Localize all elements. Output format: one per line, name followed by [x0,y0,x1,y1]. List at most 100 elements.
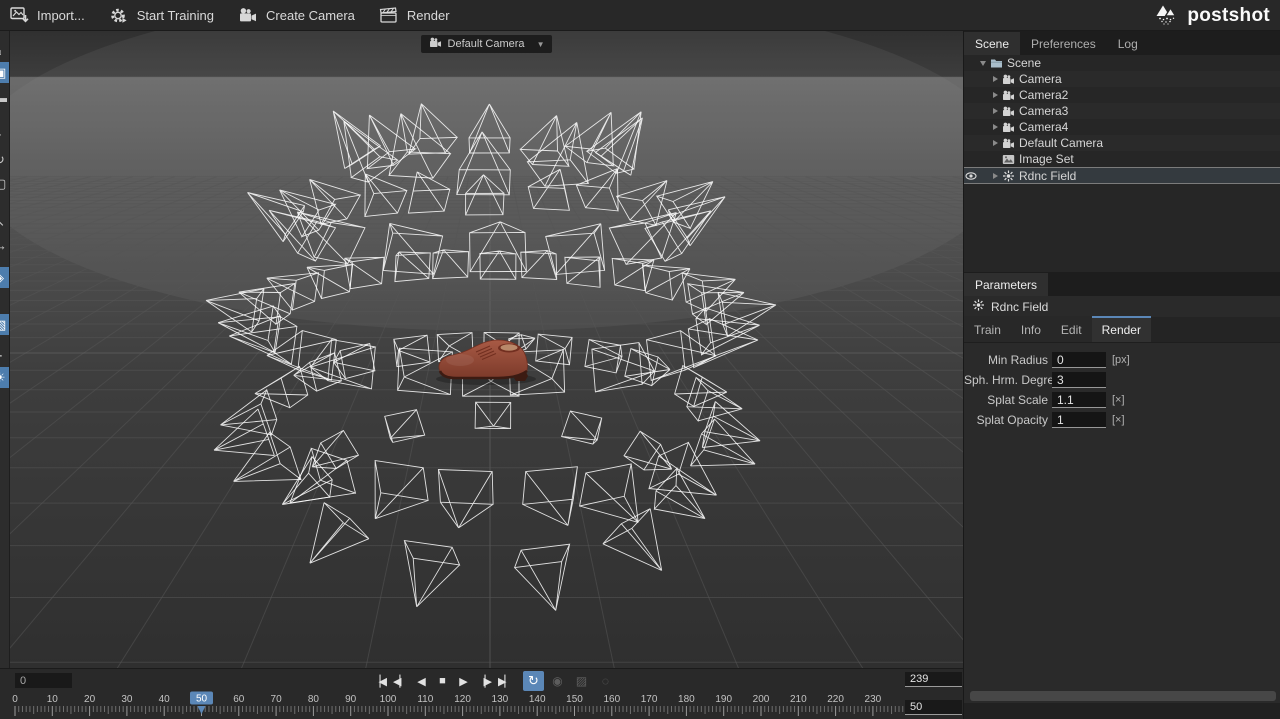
tree-label-default-camera: Default Camera [1016,136,1103,150]
splat-tool[interactable]: ☀ [0,367,10,388]
expander-closed-icon[interactable] [990,76,1000,82]
ghost-toggle-3[interactable]: ◌ [595,671,616,691]
param-row-sph-hrm-degree: Sph. Hrm. Degree [964,370,1280,390]
tree-row-camera3[interactable]: Camera3 [964,103,1280,119]
tab-preferences[interactable]: Preferences [1020,32,1107,55]
import-button[interactable]: Import... [0,0,99,30]
current-frame-input[interactable] [905,700,962,715]
svg-text:80: 80 [308,694,320,705]
svg-text:90: 90 [345,694,357,705]
rotate-tool-icon: ↻ [0,149,5,170]
wirebox-tool[interactable]: ▣ [0,62,10,83]
cursor-tool[interactable]: ↖ [0,211,10,232]
film-tool[interactable]: ▬ [0,87,10,108]
svg-text:10: 10 [47,694,59,705]
tree-label-rdnc-field: Rdnc Field [1016,169,1076,183]
camera-icon [1000,90,1016,101]
svg-text:150: 150 [566,694,583,705]
toolbar-items: Import...Start TrainingCreate CameraRend… [0,0,464,30]
visibility-eye-icon[interactable] [964,171,978,181]
step-forward-button[interactable]: ▕▶ [473,671,494,691]
move-tool[interactable]: + [0,124,10,145]
create-camera-button[interactable]: Create Camera [228,0,369,30]
render-button[interactable]: Render [369,0,464,30]
subtab-edit[interactable]: Edit [1051,316,1092,342]
param-input-min-radius[interactable] [1052,352,1106,368]
ghost-toggle-2[interactable]: ▨ [571,671,592,691]
loop-toggle[interactable]: ↻ [523,671,544,691]
param-input-splat-opacity[interactable] [1052,412,1106,428]
tree-label-camera4: Camera4 [1016,120,1068,134]
svg-text:0: 0 [12,694,18,705]
camera-icon [429,35,442,53]
expander-closed-icon[interactable] [990,173,1000,179]
select-box-tool[interactable]: ▧ [0,314,10,335]
transform-tool[interactable]: ↔ [0,235,10,256]
param-row-min-radius: Min Radius[px] [964,350,1280,370]
viewport-3d[interactable]: Default Camera ▼ [10,31,963,668]
points-tool[interactable]: ∴ [0,343,10,364]
camera-selector[interactable]: Default Camera ▼ [421,35,553,53]
expander-closed-icon[interactable] [990,140,1000,146]
expander-closed-icon[interactable] [990,92,1000,98]
subtab-train[interactable]: Train [964,316,1011,342]
tree-row-camera[interactable]: Camera [964,71,1280,87]
current-frame-label: 50 [196,694,208,705]
range-end-input[interactable] [905,672,962,687]
wirebox-tool-icon: ▣ [0,62,6,83]
horizontal-scrollbar[interactable] [970,691,1276,701]
ghost-toggle-1[interactable]: ◉ [547,671,568,691]
tree-row-camera4[interactable]: Camera4 [964,119,1280,135]
postshot-logo: postshot [1153,0,1270,31]
subtab-render[interactable]: Render [1092,316,1151,342]
tree-row-image-set[interactable]: Image Set [964,151,1280,167]
tree-row-camera2[interactable]: Camera2 [964,87,1280,103]
ruler-marks: 0102030406070809010011012013014015016017… [12,694,906,716]
diamond-tool[interactable]: ◈ [0,267,10,288]
triangle-down [980,61,986,66]
range-start-input[interactable] [15,673,72,688]
tree-row-rdnc-field[interactable]: Rdnc Field [964,167,1280,184]
tree-row-scene[interactable]: Scene [964,55,1280,71]
scene-canvas[interactable] [10,31,963,668]
expander-open-icon[interactable] [978,61,988,66]
parameters-subtabs: TrainInfoEditRender [964,317,1280,343]
move-tool-icon: + [0,124,2,145]
param-input-splat-scale[interactable] [1052,392,1106,408]
param-input-sph-hrm-degree[interactable] [1052,372,1106,388]
play-button[interactable]: ▶ [452,671,473,691]
training-icon [109,6,129,25]
svg-text:180: 180 [678,694,695,705]
postshot-window: Import...Start TrainingCreate CameraRend… [0,0,1280,719]
go-to-start-button[interactable]: ▕◀ [368,671,389,691]
expander-closed-icon[interactable] [990,108,1000,114]
import-icon [10,6,29,24]
camera-icon [1000,122,1016,133]
go-to-end-button[interactable]: ▶▏ [494,671,515,691]
rotate-tool[interactable]: ↻ [0,149,10,170]
tab-log[interactable]: Log [1107,32,1149,55]
transport-controls: ▕◀◀▏◀■▶▕▶▶▏ ↻◉▨◌ [368,671,616,691]
svg-text:40: 40 [159,694,171,705]
tab-scene[interactable]: Scene [964,32,1020,55]
home-tool[interactable]: ⌂ [0,40,10,61]
play-reverse-button[interactable]: ◀ [410,671,431,691]
expander-closed-icon[interactable] [990,124,1000,130]
panel-tabs: ScenePreferencesLog [964,31,1280,55]
svg-text:100: 100 [380,694,397,705]
stop-button[interactable]: ■ [431,671,452,691]
parameters-node-label: Rdnc Field [991,300,1048,314]
tree-row-default-camera[interactable]: Default Camera [964,135,1280,151]
tab-parameters[interactable]: Parameters [964,273,1048,296]
parameter-fields: Min Radius[px]Sph. Hrm. DegreeSplat Scal… [964,343,1280,430]
line-tool[interactable]: / [0,294,10,315]
param-row-splat-scale: Splat Scale[×] [964,390,1280,410]
step-back-button[interactable]: ◀▏ [389,671,410,691]
frame-tool[interactable]: ▢ [0,173,10,194]
diamond-tool-icon: ◈ [0,267,4,288]
param-label-splat-opacity: Splat Opacity [964,413,1052,427]
camera-icon [1000,74,1016,85]
start-training-button[interactable]: Start Training [99,0,228,30]
render-icon [379,6,399,24]
subtab-info[interactable]: Info [1011,316,1051,342]
